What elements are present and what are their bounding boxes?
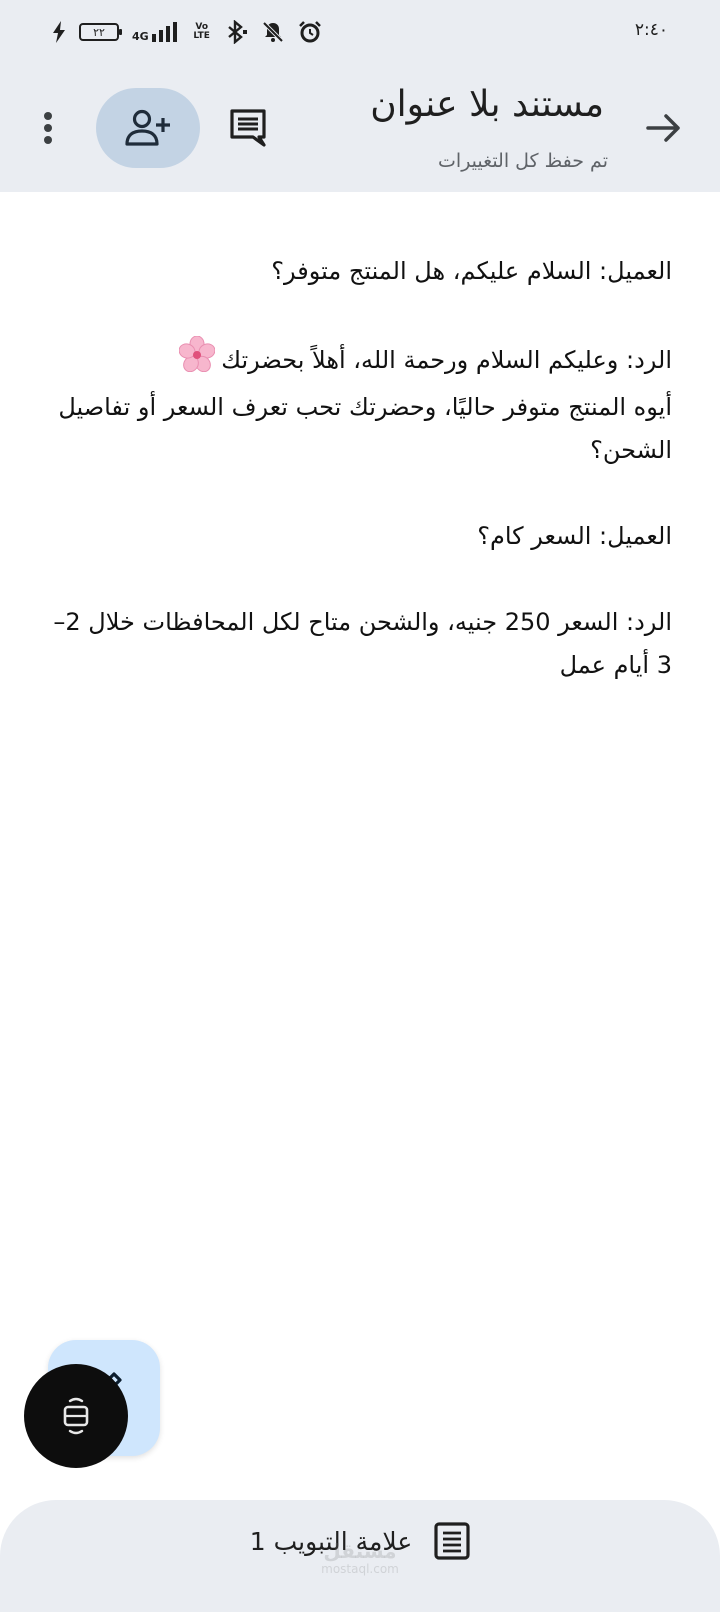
bluetooth-icon: [227, 20, 247, 44]
paragraph-customer-greeting: العميل: السلام عليكم، هل المنتج متوفر؟: [271, 257, 672, 285]
floating-overlay-button[interactable]: [24, 1364, 128, 1468]
volte-icon: Vo LTE: [193, 22, 210, 41]
network-type: 4G: [132, 30, 149, 43]
comments-button[interactable]: [222, 102, 274, 154]
back-button[interactable]: [640, 104, 688, 152]
status-bar: ٢٢ 4G Vo LTE ٢:٤٠: [0, 0, 720, 64]
status-icons: ٢٢ 4G Vo LTE: [52, 18, 322, 46]
app-header: ٢٢ 4G Vo LTE ٢:٤٠ مستند بلا عنوان تم حفظ…: [0, 0, 720, 192]
tab-label: علامة التبويب 1: [249, 1526, 413, 1556]
signal-icon: 4G: [132, 22, 178, 42]
paragraph-reply-greeting: الرد: وعليكم السلام ورحمة الله، أهلاً بح…: [50, 335, 672, 386]
share-button[interactable]: [96, 88, 200, 168]
more-vert-icon: [44, 112, 52, 144]
watermark-url: mostaql.com: [321, 1562, 399, 1576]
status-time: ٢:٤٠: [634, 20, 668, 40]
document-outline-icon: [434, 1522, 470, 1560]
more-options-button[interactable]: [30, 104, 66, 152]
paragraph-customer-price: العميل: السعر كام؟: [477, 522, 672, 550]
cherry-blossom-icon: [178, 335, 216, 386]
battery-level: ٢٢: [93, 25, 105, 39]
reply-greeting-text: الرد: وعليكم السلام ورحمة الله، أهلاً بح…: [221, 346, 672, 374]
paragraph-reply-price: الرد: السعر 250 جنيه، والشحن متاح لكل ال…: [53, 608, 672, 679]
notifications-off-icon: [262, 21, 284, 43]
person-add-icon: [125, 109, 170, 146]
tab-selector[interactable]: علامة التبويب 1: [0, 1522, 720, 1560]
save-status: تم حفظ كل التغييرات: [438, 150, 608, 172]
arrow-forward-icon: [646, 114, 680, 142]
charging-icon: [53, 21, 65, 43]
document-body[interactable]: العميل: السلام عليكم، هل المنتج متوفر؟ ا…: [50, 250, 672, 730]
document-title[interactable]: مستند بلا عنوان: [370, 84, 604, 125]
alarm-icon: [298, 21, 321, 43]
comment-icon: [230, 109, 266, 147]
screen-capture-icon: [63, 1397, 89, 1435]
battery-icon: ٢٢: [79, 23, 122, 41]
paragraph-availability: أيوه المنتج متوفر حاليًا، وحضرتك تحب تعر…: [58, 393, 672, 464]
bottom-bar: علامة التبويب 1 مستقل mostaql.com: [0, 1500, 720, 1612]
